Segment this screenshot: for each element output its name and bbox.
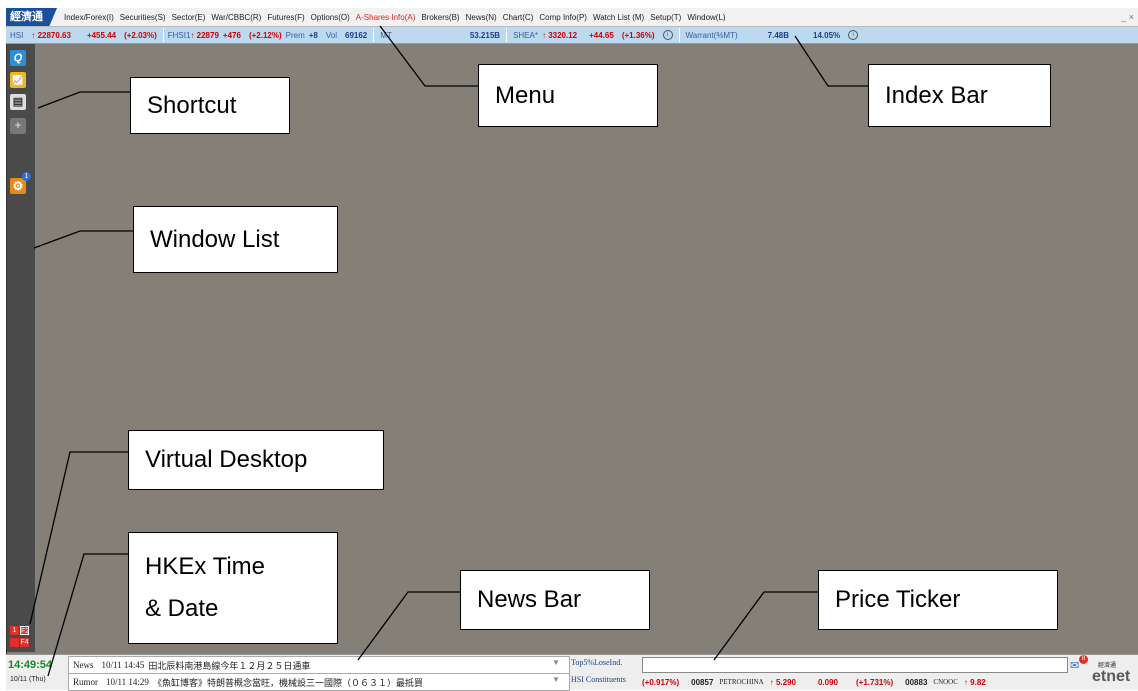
shortcut-connector (37, 91, 130, 109)
virtual-desktop-connector (29, 451, 128, 625)
callout-price-ticker: Price Ticker (818, 570, 1058, 630)
window-list-connector (33, 230, 133, 249)
hkex-time-connector (47, 553, 128, 677)
callout-news-bar: News Bar (460, 570, 650, 630)
menu-connector (379, 25, 478, 87)
index-bar-connector (794, 35, 868, 87)
callout-window-list: Window List (133, 206, 338, 273)
callout-hkex-time: HKEx Time & Date (128, 532, 338, 644)
callout-shortcut: Shortcut (130, 77, 290, 134)
callout-virtual-desktop: Virtual Desktop (128, 430, 384, 490)
callout-hkex-time-line1: HKEx Time (145, 553, 266, 580)
callout-hkex-time-line2: & Date (145, 595, 219, 622)
price-ticker-connector (713, 591, 818, 661)
news-bar-connector (357, 591, 460, 661)
callout-menu: Menu (478, 64, 658, 127)
callout-index-bar: Index Bar (868, 64, 1051, 127)
